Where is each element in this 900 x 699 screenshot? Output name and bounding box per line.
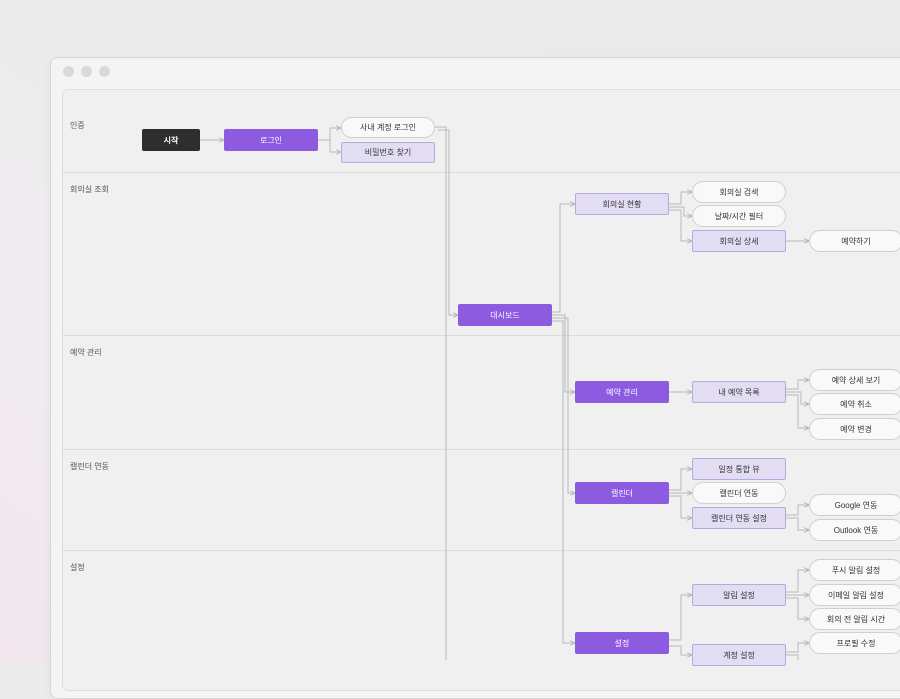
- wire: [669, 495, 692, 518]
- node-outlook-link[interactable]: Outlook 연동: [809, 519, 900, 541]
- wire: [329, 140, 341, 152]
- node-login[interactable]: 로그인: [224, 129, 318, 151]
- wire: [669, 209, 692, 241]
- node-room-search[interactable]: 회의실 검색: [692, 181, 786, 203]
- wire: [786, 570, 809, 593]
- node-reservation-detail[interactable]: 예약 상세 보기: [809, 369, 900, 391]
- node-room-status[interactable]: 회의실 현황: [575, 193, 669, 215]
- wire: [786, 517, 809, 530]
- connector-wires: [200, 0, 809, 660]
- node-settings[interactable]: 설정: [575, 632, 669, 654]
- node-calendar-link[interactable]: 캘린더 연동: [692, 482, 786, 504]
- node-company-login[interactable]: 사내 계정 로그인: [341, 117, 435, 138]
- node-date-time-filter[interactable]: 날짜/시간 필터: [692, 205, 786, 227]
- node-push-settings[interactable]: 푸시 알림 설정: [809, 559, 900, 581]
- node-find-password[interactable]: 비밀번호 찾기: [341, 142, 435, 163]
- node-book[interactable]: 예약하기: [809, 230, 900, 252]
- wire: [669, 595, 692, 641]
- wire: [552, 204, 575, 313]
- node-email-settings[interactable]: 이메일 알림 설정: [809, 584, 900, 606]
- wire: [669, 192, 692, 205]
- node-change-reservation[interactable]: 예약 변경: [809, 418, 900, 440]
- node-schedule-view[interactable]: 일정 통합 뷰: [692, 458, 786, 480]
- wire: [318, 128, 341, 141]
- wire: [786, 505, 809, 516]
- node-start[interactable]: 시작: [142, 129, 200, 151]
- wire: [552, 320, 575, 643]
- node-google-link[interactable]: Google 연동: [809, 494, 900, 516]
- node-profile-edit[interactable]: 프로필 수정: [809, 632, 900, 654]
- node-notification-settings[interactable]: 알림 설정: [692, 584, 786, 606]
- wire: [786, 380, 809, 390]
- node-my-reservations[interactable]: 내 예약 목록: [692, 381, 786, 403]
- node-pre-meeting-time[interactable]: 회의 전 알림 시간: [809, 608, 900, 630]
- wire: [786, 597, 809, 619]
- node-cancel-reservation[interactable]: 예약 취소: [809, 393, 900, 415]
- node-reservation-mgmt[interactable]: 예약 관리: [575, 381, 669, 403]
- wire: [669, 645, 692, 655]
- wire: [438, 129, 458, 315]
- node-room-detail[interactable]: 회의실 상세: [692, 230, 786, 252]
- node-account-settings[interactable]: 계정 설정: [692, 644, 786, 666]
- wire: [669, 469, 692, 491]
- node-calendar-link-settings[interactable]: 캘린더 연동 설정: [692, 507, 786, 529]
- node-dashboard[interactable]: 대시보드: [458, 304, 552, 326]
- wire: [786, 394, 809, 428]
- wire: [786, 654, 799, 660]
- wire: [786, 643, 809, 653]
- node-calendar[interactable]: 캘린더: [575, 482, 669, 504]
